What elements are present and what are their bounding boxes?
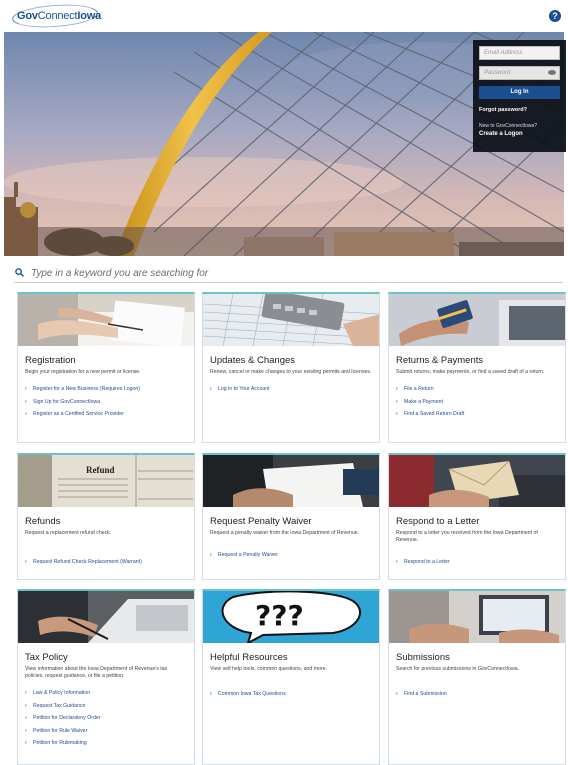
card-description: View information about the Iowa Departme…	[25, 666, 168, 679]
common-tax-questions-link[interactable]: › Common Iowa Tax Questions	[210, 691, 372, 698]
chevron-right-icon: ›	[396, 559, 398, 565]
card-description: Respond to a letter you received from th…	[396, 530, 538, 543]
chevron-right-icon: ›	[25, 702, 27, 709]
log-in-account-link[interactable]: › Log in to Your Account	[210, 386, 372, 393]
card-description: Submit returns, make payments, or find a…	[396, 369, 545, 375]
registration-image	[18, 294, 194, 346]
card-title: Request Penalty Waiver	[210, 516, 312, 527]
tax-policy-image	[18, 591, 194, 643]
chevron-right-icon: ›	[25, 411, 27, 417]
help-icon[interactable]: ?	[549, 10, 561, 22]
petition-declaratory-order-link[interactable]: › Petition for Declaratory Order	[25, 715, 187, 722]
petition-rulemaking-link[interactable]: › Petition for Rulemaking	[25, 740, 187, 747]
find-saved-draft-link[interactable]: › Find a Saved Return Draft	[396, 411, 558, 418]
new-user-label: New to GovConnectIowa?	[479, 123, 538, 129]
refund-image-text: Refund	[86, 465, 115, 475]
request-tax-guidance-link[interactable]: › Request Tax Guidance	[25, 703, 187, 710]
respond-to-letter-link[interactable]: › Respond to a Letter	[396, 559, 558, 566]
sign-up-link[interactable]: › Sign Up for GovConnectIowa	[25, 399, 187, 406]
chevron-right-icon: ›	[25, 715, 27, 721]
top-bar: GovConnectIowa ?	[0, 0, 568, 32]
question-marks-text: ???	[255, 599, 304, 632]
card-title: Submissions	[396, 652, 450, 663]
card-returns-payments: Returns & Payments Submit returns, make …	[388, 292, 566, 443]
chevron-right-icon: ›	[25, 740, 27, 746]
password-placeholder: Password	[484, 70, 511, 76]
card-description: Search for previous submissions in GovCo…	[396, 666, 520, 672]
create-logon-link[interactable]: Create a Logon	[479, 131, 560, 137]
request-penalty-waiver-link[interactable]: › Request a Penalty Waiver	[210, 552, 372, 559]
register-new-business-link[interactable]: › Register for a New Business (Requires L…	[25, 386, 187, 393]
search-bar	[14, 266, 563, 283]
respond-letter-image	[389, 455, 565, 507]
chevron-right-icon: ›	[396, 386, 398, 392]
card-description: Renew, cancel or make changes to your ex…	[210, 369, 372, 375]
card-title: Registration	[25, 355, 76, 366]
logo-text: GovConnectIowa	[17, 10, 102, 22]
chevron-right-icon: ›	[25, 386, 27, 392]
card-title: Returns & Payments	[396, 355, 484, 366]
make-payment-link[interactable]: › Make a Payment	[396, 399, 558, 406]
chevron-right-icon: ›	[25, 398, 27, 405]
login-panel: Email Address Password Log In Forgot pas…	[473, 40, 566, 152]
card-updates-changes: Updates & Changes Renew, cancel or make …	[202, 292, 380, 443]
govconnectiowa-logo[interactable]: GovConnectIowa	[11, 2, 102, 30]
request-refund-replacement-link[interactable]: › Request Refund Check Replacement (Warra…	[25, 559, 187, 566]
updates-image	[203, 294, 379, 346]
search-icon	[15, 268, 24, 277]
card-penalty-waiver: Request Penalty Waiver Request a penalty…	[202, 453, 380, 580]
petition-rule-waiver-link[interactable]: › Petition for Rule Waiver	[25, 728, 187, 735]
card-title: Refunds	[25, 516, 61, 527]
show-password-icon[interactable]	[548, 70, 556, 75]
chevron-right-icon: ›	[25, 727, 27, 734]
refunds-image: Refund	[18, 455, 194, 507]
card-submissions: Submissions Search for previous submissi…	[388, 589, 566, 765]
card-respond-letter: Respond to a Letter Respond to a letter …	[388, 453, 566, 580]
card-description: Begin your registration for a new permit…	[25, 369, 141, 375]
card-registration: Registration Begin your registration for…	[17, 292, 195, 443]
forgot-password-link[interactable]: Forgot password?	[479, 107, 560, 113]
card-description: View self help tools, common questions, …	[210, 666, 327, 672]
card-helpful-resources: ??? Helpful Resources View self help too…	[202, 589, 380, 765]
penalty-waiver-image	[203, 455, 379, 507]
chevron-right-icon: ›	[210, 691, 212, 697]
card-refunds: Refund Refunds Request a replacement ref…	[17, 453, 195, 580]
card-description: Request a replacement refund check.	[25, 530, 112, 536]
file-return-link[interactable]: › File a Return	[396, 386, 558, 393]
email-field[interactable]: Email Address	[479, 46, 560, 60]
helpful-resources-image: ???	[203, 591, 379, 643]
card-tax-policy: Tax Policy View information about the Io…	[17, 589, 195, 765]
card-title: Updates & Changes	[210, 355, 296, 366]
chevron-right-icon: ›	[210, 386, 212, 392]
chevron-right-icon: ›	[25, 690, 27, 696]
submissions-image	[389, 591, 565, 643]
card-title: Respond to a Letter	[396, 516, 480, 527]
card-title: Helpful Resources	[210, 652, 288, 663]
search-input[interactable]	[31, 266, 551, 281]
chevron-right-icon: ›	[396, 691, 398, 697]
card-description: Request a penalty waiver from the Iowa D…	[210, 530, 360, 536]
chevron-right-icon: ›	[25, 559, 27, 565]
returns-image	[389, 294, 565, 346]
password-field[interactable]: Password	[479, 66, 560, 80]
card-title: Tax Policy	[25, 652, 68, 663]
login-button[interactable]: Log In	[479, 86, 560, 99]
chevron-right-icon: ›	[210, 552, 212, 558]
law-policy-info-link[interactable]: › Law & Policy Information	[25, 690, 187, 697]
find-submission-link[interactable]: › Find a Submission	[396, 691, 558, 698]
register-csp-link[interactable]: › Register as a Certified Service Provide…	[25, 411, 187, 418]
chevron-right-icon: ›	[396, 398, 398, 405]
chevron-right-icon: ›	[396, 411, 398, 417]
